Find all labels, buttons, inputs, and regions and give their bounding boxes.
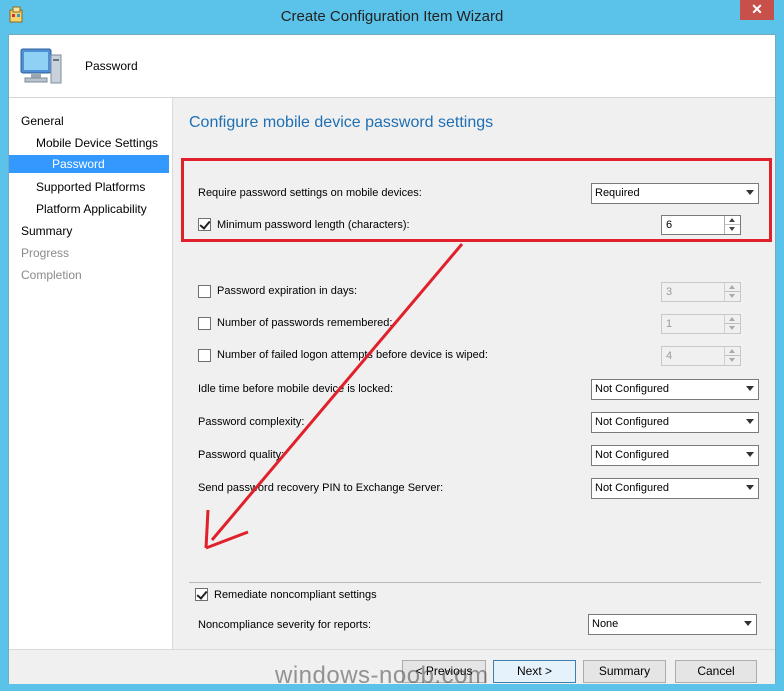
complexity-value: Not Configured	[595, 416, 669, 428]
computer-icon	[20, 48, 62, 84]
nav-item-mobile-device-settings[interactable]: Mobile Device Settings	[36, 134, 158, 152]
annotation-highlight-box	[181, 158, 772, 242]
summary-button[interactable]: Summary	[583, 660, 666, 683]
chevron-down-icon	[746, 452, 754, 457]
chevron-down-icon	[746, 485, 754, 490]
remembered-label: Number of passwords remembered:	[217, 317, 393, 329]
nav-item-summary[interactable]: Summary	[21, 222, 72, 240]
divider	[189, 582, 761, 583]
expiration-value: 3	[666, 286, 673, 298]
quality-value: Not Configured	[595, 449, 669, 461]
failed-logon-label: Number of failed logon attempts before d…	[217, 349, 488, 361]
nav-item-general[interactable]: General	[21, 112, 64, 130]
idle-time-value: Not Configured	[595, 383, 669, 395]
window-title: Create Configuration Item Wizard	[280, 8, 504, 25]
expiration-stepper: 3	[661, 282, 741, 302]
watermark: windows-noob.com	[275, 662, 489, 689]
spin-up-icon	[725, 283, 740, 292]
recovery-pin-value: Not Configured	[595, 482, 669, 494]
wizard-window: Create Configuration Item Wizard ✕ Passw…	[0, 0, 784, 691]
complexity-label: Password complexity:	[198, 416, 305, 428]
nav-item-progress: Progress	[21, 246, 70, 260]
remembered-stepper: 1	[661, 314, 741, 334]
severity-select[interactable]: None	[588, 614, 757, 635]
nav-item-password[interactable]: Password	[9, 155, 169, 173]
cancel-button[interactable]: Cancel	[675, 660, 757, 683]
title-bar: Create Configuration Item Wizard ✕	[0, 0, 784, 34]
close-button[interactable]: ✕	[740, 0, 774, 20]
wizard-client-area: Password General Mobile Device Settings …	[8, 34, 776, 684]
quality-select[interactable]: Not Configured	[591, 445, 759, 466]
spin-down-icon	[725, 324, 740, 333]
expiration-checkbox[interactable]	[198, 285, 211, 298]
idle-time-select[interactable]: Not Configured	[591, 379, 759, 400]
failed-logon-checkbox[interactable]	[198, 349, 211, 362]
severity-label: Noncompliance severity for reports:	[198, 619, 372, 631]
next-button[interactable]: Next >	[493, 660, 576, 683]
spin-down-icon	[725, 292, 740, 301]
remediate-checkbox[interactable]	[195, 588, 208, 601]
page-title: Password	[85, 59, 138, 73]
content-heading: Configure mobile device password setting…	[189, 114, 494, 131]
wizard-header: Password	[9, 35, 775, 98]
recovery-pin-label: Send password recovery PIN to Exchange S…	[198, 482, 444, 494]
remediate-label: Remediate noncompliant settings	[214, 589, 377, 601]
remembered-value: 1	[666, 318, 673, 330]
remembered-checkbox[interactable]	[198, 317, 211, 330]
spin-down-icon	[725, 356, 740, 365]
spin-up-icon	[725, 347, 740, 356]
spin-up-icon	[725, 315, 740, 324]
complexity-select[interactable]: Not Configured	[591, 412, 759, 433]
expiration-label: Password expiration in days:	[217, 285, 358, 297]
failed-logon-stepper: 4	[661, 346, 741, 366]
recovery-pin-select[interactable]: Not Configured	[591, 478, 759, 499]
severity-value: None	[592, 618, 619, 630]
chevron-down-icon	[746, 419, 754, 424]
chevron-down-icon	[746, 386, 754, 391]
wizard-nav: General Mobile Device Settings Password …	[9, 98, 173, 649]
nav-item-completion: Completion	[21, 268, 82, 282]
chevron-down-icon	[744, 621, 752, 626]
quality-label: Password quality:	[198, 449, 285, 461]
nav-item-supported-platforms[interactable]: Supported Platforms	[36, 178, 145, 196]
nav-item-platform-applicability[interactable]: Platform Applicability	[36, 200, 147, 218]
failed-logon-value: 4	[666, 350, 673, 362]
idle-time-label: Idle time before mobile device is locked…	[198, 383, 394, 395]
